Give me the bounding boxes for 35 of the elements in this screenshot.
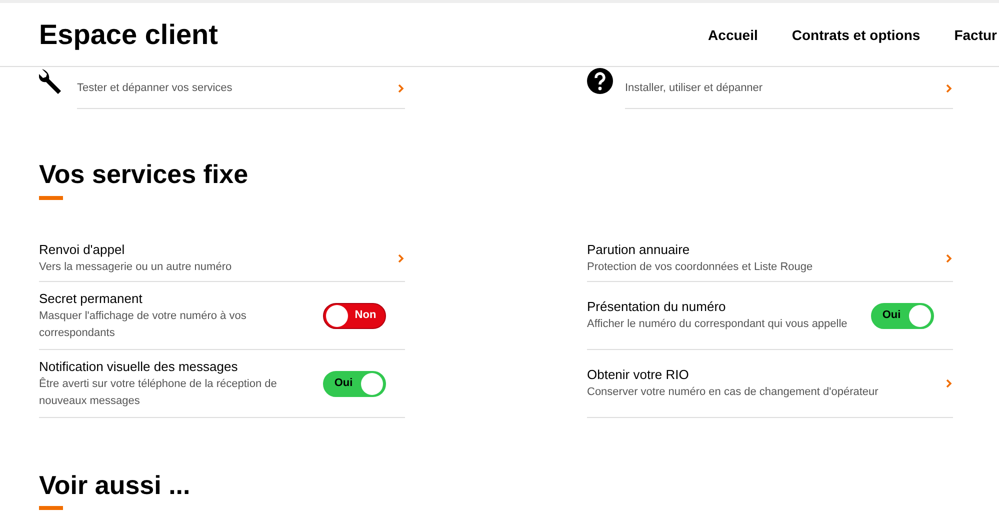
toggle-switch[interactable]: Non [323,302,386,328]
chevron-icon [398,84,404,93]
service-description: Protection de vos coordonnées et Liste Rouge [587,260,814,274]
nav-link[interactable]: Factur [954,25,997,46]
help-link[interactable]: Installer, utiliser et dépanner [625,68,953,109]
service-link[interactable]: Parution annuaire Protection de vos coordonnées et Liste Rouge [587,235,953,282]
nav-link[interactable]: Accueil [708,25,758,46]
service-description: Être averti sur votre téléphone de la réception de nouveaux messages [39,376,278,408]
toggle-switch[interactable]: Oui [323,370,386,396]
service-title: Renvoi d'appel [39,240,126,258]
accent-bar [39,506,63,510]
section-heading: Voir aussi ... [39,469,192,501]
link-subtitle: Installer, utiliser et dépanner [625,81,764,96]
chevron-icon [946,84,952,93]
accent-bar [39,196,63,200]
help-link[interactable]: Tester et dépanner vos services [77,68,405,109]
chevron-icon [946,254,952,262]
service-title: Présentation du numéro [587,298,727,316]
toggle-switch[interactable]: Oui [871,302,934,328]
service-link[interactable]: Renvoi d'appel Vers la messagerie ou un autre numéro [39,235,405,282]
link-subtitle: Tester et dépanner vos services [77,81,234,96]
service-description: Masquer l'affichage de votre numéro à vos correspondants [39,308,248,340]
service-title: Notification visuelle des messages [39,358,239,376]
service-description: Vers la messagerie ou un autre numéro [39,260,233,274]
nav-link[interactable]: Contrats et options [792,25,920,46]
service-link[interactable]: Obtenir votre RIO Conserver votre numéro en cas de changement d'opérateur [587,350,953,418]
service-title: Parution annuaire [587,240,691,258]
section-heading: Vos services fixe [39,158,250,190]
chevron-icon [398,254,404,262]
service-description: Afficher le numéro du correspondant qui vous appelle [587,317,848,332]
service-title: Secret permanent [39,290,144,308]
service-description: Conserver votre numéro en cas de changement d'opérateur [587,385,880,400]
service-title: Obtenir votre RIO [587,366,690,384]
site-title: Espace client [39,18,218,52]
chevron-icon [946,379,952,388]
